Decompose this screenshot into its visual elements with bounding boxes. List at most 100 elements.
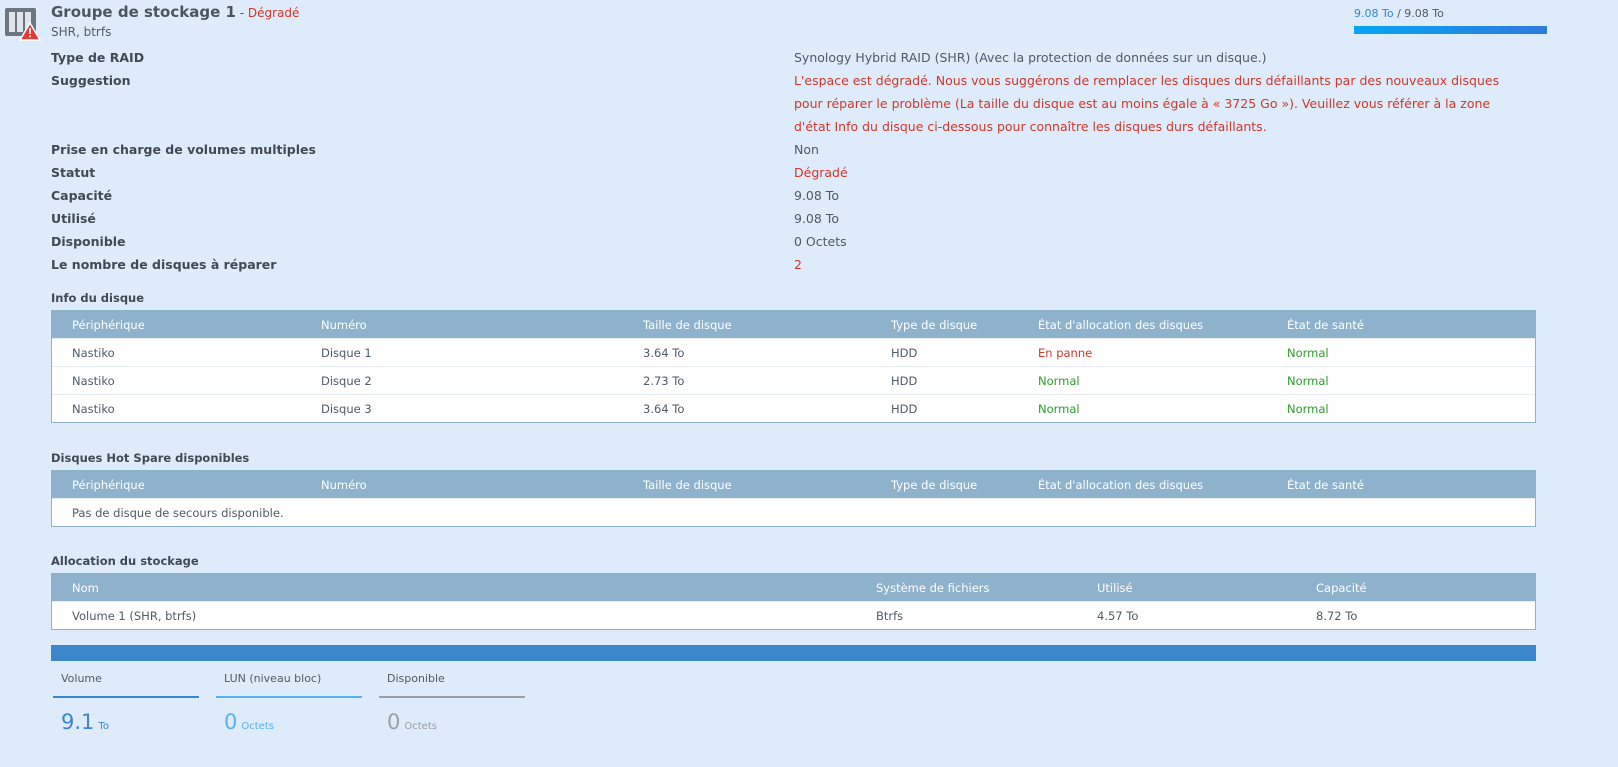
table-cell: Normal [1287, 345, 1329, 360]
section-title-hot-spare: Disques Hot Spare disponibles [51, 451, 250, 465]
table-cell: Normal [1038, 401, 1080, 416]
info-row: Suggestion L'espace est dégradé. Nous vou… [51, 69, 1531, 138]
info-row: Capacité 9.08 To [51, 184, 1531, 207]
table-cell: En panne [1038, 345, 1093, 360]
info-label: Capacité [51, 188, 113, 203]
section-title-allocation: Allocation du stockage [51, 554, 199, 568]
table-cell: 4.57 To [1097, 608, 1139, 623]
table-row[interactable]: Nastiko Disque 3 3.64 To HDD Normal Normal [52, 394, 1535, 422]
usage-bar [1354, 26, 1547, 34]
legend-value: 0 Octets [387, 710, 437, 734]
table-cell: Btrfs [876, 608, 904, 623]
column-header[interactable]: Périphérique [52, 478, 301, 492]
legend-line [216, 696, 362, 698]
usage-text: 9.08 To / 9.08 To [1354, 7, 1444, 20]
table-cell: Normal [1287, 401, 1329, 416]
legend-value: 0 Octets [224, 710, 274, 734]
info-label: Le nombre de disques à réparer [51, 257, 277, 272]
storage-pool-degraded-icon [5, 8, 41, 41]
table-header: Périphérique Numéro Taille de disque Type d… [52, 471, 1535, 498]
column-header[interactable]: Taille de disque [623, 318, 871, 332]
info-value: Dégradé [794, 165, 848, 180]
legend-unit: To [98, 721, 109, 732]
table-cell: HDD [891, 373, 918, 388]
info-value: L'espace est dégradé. Nous vous suggéron… [794, 73, 1500, 134]
info-row: Disponible 0 Octets [51, 230, 1531, 253]
info-value: 9.08 To [794, 211, 839, 226]
allocation-table: Nom Système de fichiers Utilisé Capacité Vol… [51, 573, 1536, 630]
table-cell: Normal [1287, 373, 1329, 388]
legend-label: Volume [61, 672, 102, 685]
info-row: Le nombre de disques à réparer 2 [51, 253, 1531, 276]
table-cell: 2.73 To [643, 373, 685, 388]
subtitle: SHR, btrfs [51, 25, 112, 39]
table-cell: Disque 2 [321, 373, 372, 388]
column-header[interactable]: État d'allocation des disques [1018, 318, 1267, 332]
table-cell: 3.64 To [643, 401, 685, 416]
info-list: Type de RAID Synology Hybrid RAID (SHR) (… [51, 46, 1531, 276]
legend-line [379, 696, 525, 698]
info-label: Suggestion [51, 73, 131, 88]
column-header[interactable]: Type de disque [871, 478, 1018, 492]
legend-number: 0 [387, 710, 401, 734]
info-label: Disponible [51, 234, 126, 249]
table-row-empty: Pas de disque de secours disponible. [52, 498, 1535, 526]
column-header[interactable]: Capacité [1296, 581, 1535, 595]
column-header[interactable]: État d'allocation des disques [1018, 478, 1267, 492]
table-cell: Volume 1 (SHR, btrfs) [72, 608, 197, 623]
table-cell: Normal [1038, 373, 1080, 388]
info-row: Type de RAID Synology Hybrid RAID (SHR) (… [51, 46, 1531, 69]
column-header[interactable]: Utilisé [1077, 581, 1296, 595]
legend-unit: Octets [241, 721, 274, 732]
column-header[interactable]: Numéro [301, 318, 623, 332]
page-title: Groupe de stockage 1 - Dégradé [51, 3, 300, 21]
table-cell: Disque 3 [321, 401, 372, 416]
table-cell: Disque 1 [321, 345, 372, 360]
info-value: Non [794, 142, 819, 157]
table-cell: Nastiko [72, 401, 115, 416]
info-value: 2 [794, 257, 802, 272]
column-header[interactable]: Nom [52, 581, 856, 595]
info-row: Utilisé 9.08 To [51, 207, 1531, 230]
info-label: Prise en charge de volumes multiples [51, 142, 316, 157]
table-cell: HDD [891, 345, 918, 360]
legend-item-volume: Volume 9.1 To [53, 672, 199, 734]
status-badge: Dégradé [247, 6, 300, 20]
info-value: Synology Hybrid RAID (SHR) (Avec la prot… [794, 50, 1267, 65]
column-header[interactable]: Numéro [301, 478, 623, 492]
info-value: 9.08 To [794, 188, 839, 203]
info-row: Statut Dégradé [51, 161, 1531, 184]
table-cell: Nastiko [72, 345, 115, 360]
legend-label: Disponible [387, 672, 445, 685]
table-cell: 8.72 To [1316, 608, 1358, 623]
column-header[interactable]: Type de disque [871, 318, 1018, 332]
column-header[interactable]: Périphérique [52, 318, 301, 332]
legend-label: LUN (niveau bloc) [224, 672, 322, 685]
legend-line [53, 696, 199, 698]
column-header[interactable]: Taille de disque [623, 478, 871, 492]
disk-info-table: Périphérique Numéro Taille de disque Type d… [51, 310, 1536, 423]
column-header[interactable]: État de santé [1267, 478, 1535, 492]
table-cell: 3.64 To [643, 345, 685, 360]
info-label: Type de RAID [51, 50, 145, 65]
section-title-disk-info: Info du disque [51, 291, 145, 305]
column-header[interactable]: Système de fichiers [856, 581, 1077, 595]
table-row[interactable]: Volume 1 (SHR, btrfs) Btrfs 4.57 To 8.72 To [52, 601, 1535, 629]
legend-number: 9.1 [61, 710, 95, 734]
column-header[interactable]: État de santé [1267, 318, 1535, 332]
table-header: Nom Système de fichiers Utilisé Capacité [52, 574, 1535, 601]
info-label: Utilisé [51, 211, 96, 226]
table-row[interactable]: Nastiko Disque 2 2.73 To HDD Normal Normal [52, 366, 1535, 394]
table-row[interactable]: Nastiko Disque 1 3.64 To HDD En panne Normal [52, 338, 1535, 366]
info-label: Statut [51, 165, 96, 180]
table-cell: Nastiko [72, 373, 115, 388]
table-header: Périphérique Numéro Taille de disque Type d… [52, 311, 1535, 338]
legend-number: 0 [224, 710, 238, 734]
legend-value: 9.1 To [61, 710, 109, 734]
table-cell: HDD [891, 401, 918, 416]
empty-message: Pas de disque de secours disponible. [72, 505, 284, 520]
legend-unit: Octets [404, 721, 437, 732]
info-row: Prise en charge de volumes multiples Non [51, 138, 1531, 161]
info-value: 0 Octets [794, 234, 847, 249]
allocation-bar [51, 645, 1536, 661]
